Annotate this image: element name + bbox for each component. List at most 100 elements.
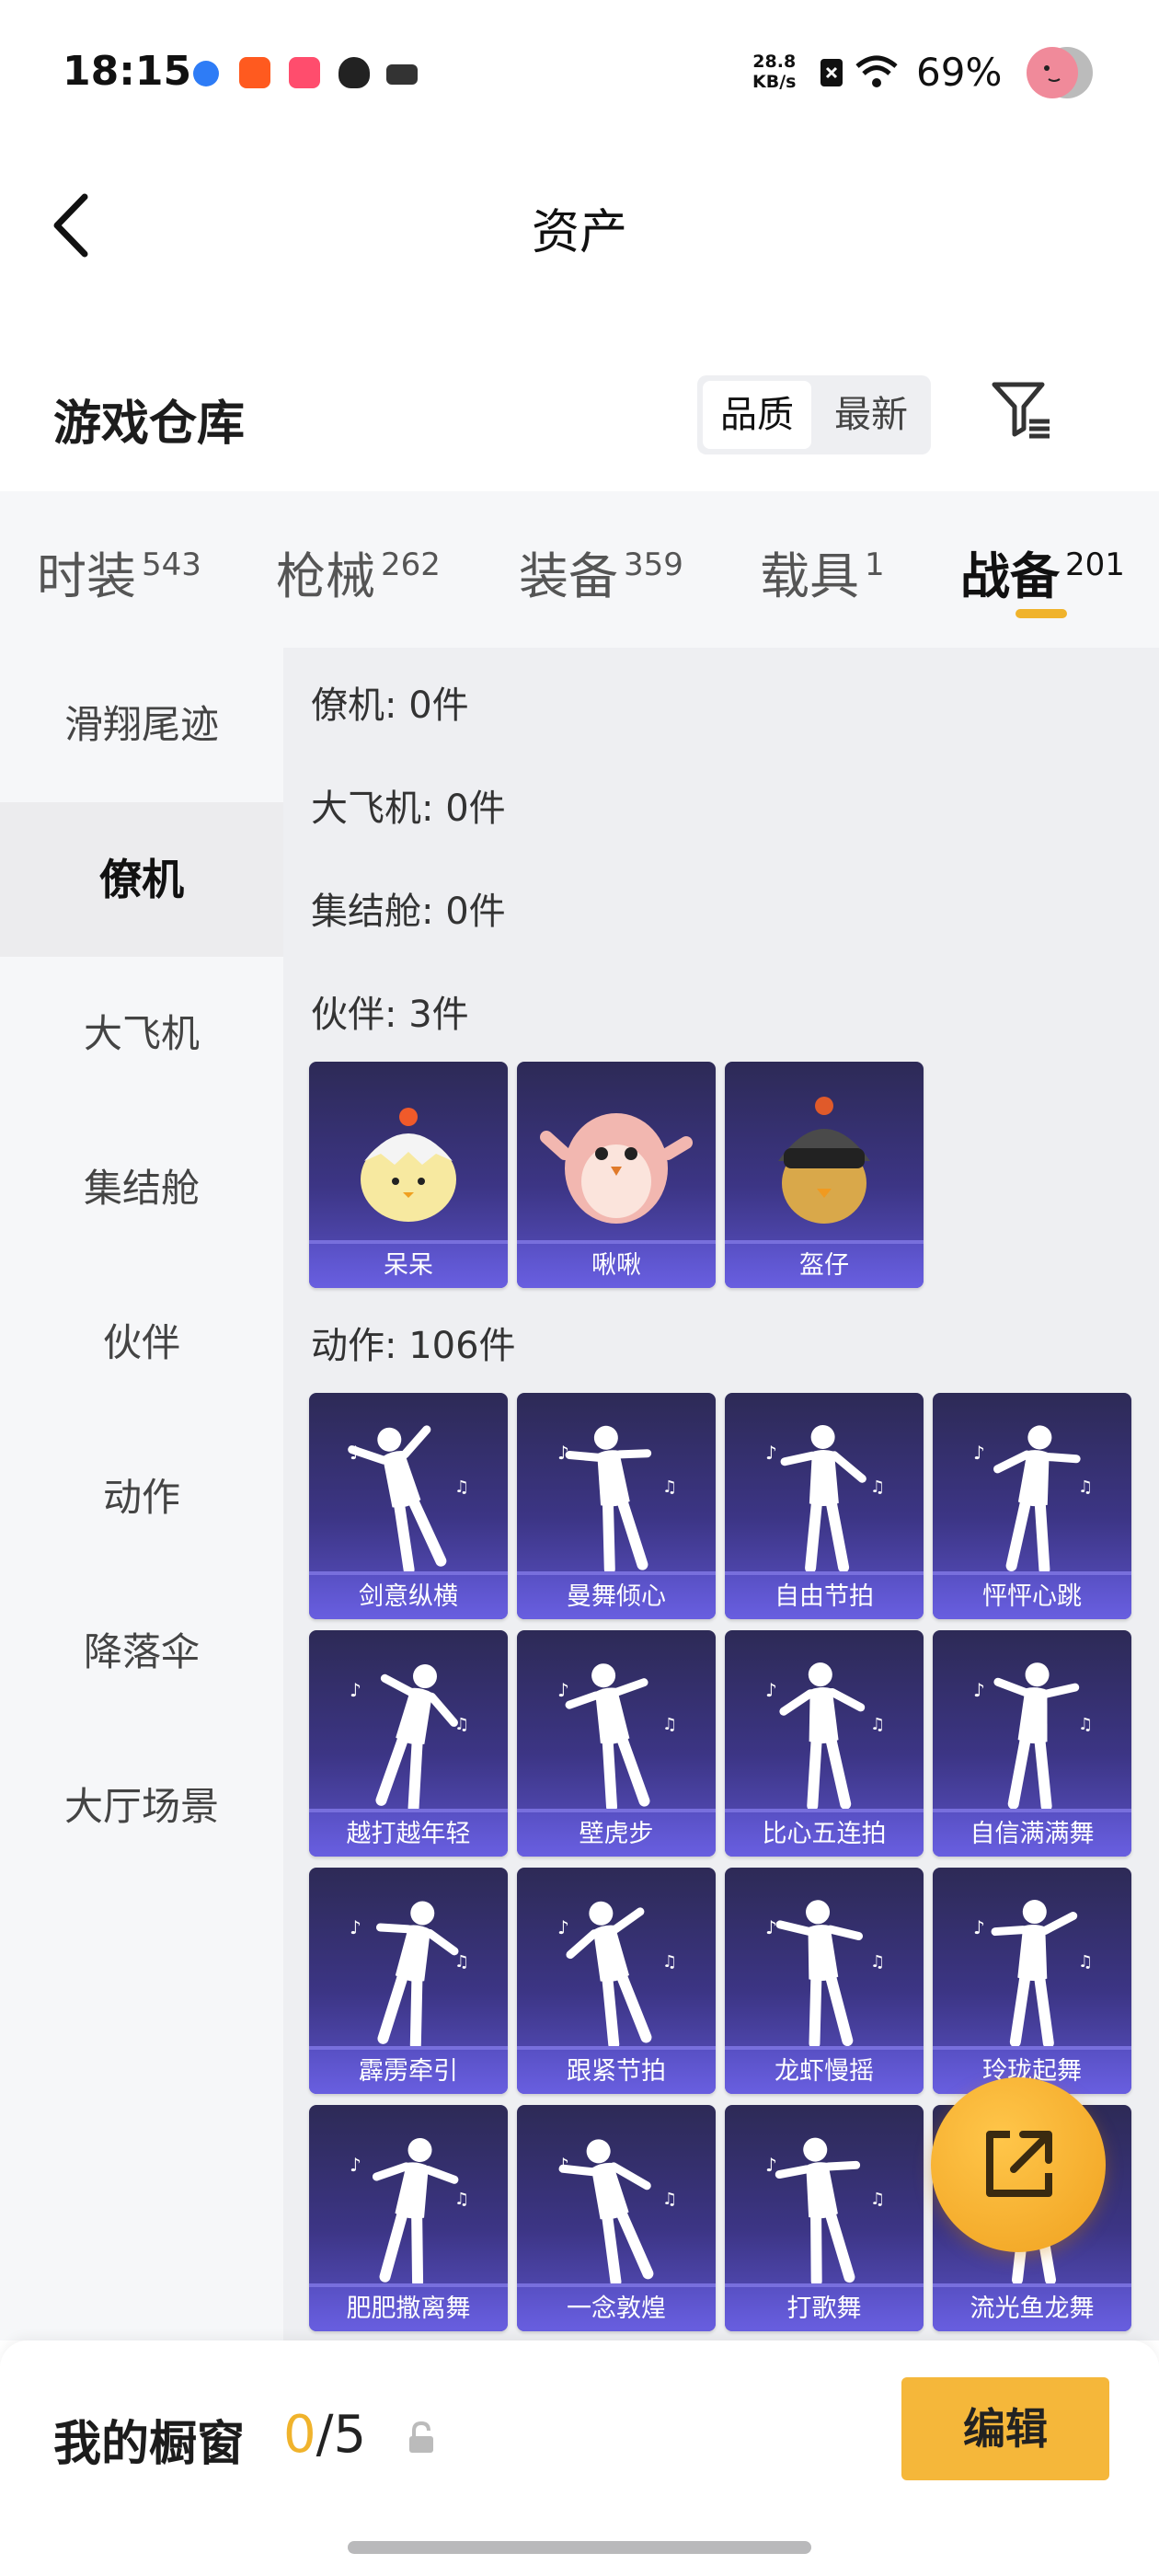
svg-text:♪: ♪ <box>557 1916 569 1938</box>
dancer-silhouette-image: ♪♫ <box>557 2139 677 2283</box>
home-indicator[interactable] <box>348 2541 811 2554</box>
battery-percent: 69% <box>916 50 1003 95</box>
sidebar-item-plane[interactable]: 大飞机 <box>0 957 283 1111</box>
emote-card[interactable]: ♪ ♫ 肥肥撒离舞 <box>309 2105 508 2331</box>
sidebar: 滑翔尾迹 僚机 大飞机 集结舱 伙伴 动作 降落伞 大厅场景 <box>0 648 283 2340</box>
share-icon <box>986 2131 1052 2197</box>
svg-text:♫: ♫ <box>454 1715 469 1734</box>
sidebar-item-parachute[interactable]: 降落伞 <box>0 1575 283 1730</box>
emote-card[interactable]: ♪ ♫ 打歌舞 <box>725 2105 924 2331</box>
section-emote: 动作: 106件 <box>311 1325 516 1367</box>
sidebar-item-lobby-scene[interactable]: 大厅场景 <box>0 1730 283 1884</box>
emote-card[interactable]: ♪ ♫ 自由节拍 <box>725 1393 924 1619</box>
emote-card[interactable]: ♪ ♫ 怦怦心跳 <box>933 1393 1131 1619</box>
emote-card[interactable]: ♪ ♫ 霹雳牵引 <box>309 1868 508 2094</box>
tab-equipment[interactable]: 装备 359 <box>519 535 683 608</box>
sidebar-item-glide-trail[interactable]: 滑翔尾迹 <box>0 648 283 802</box>
svg-text:♫: ♫ <box>870 2190 885 2209</box>
card-name: 流光鱼龙舞 <box>933 2287 1131 2331</box>
tab-fashion[interactable]: 时装 543 <box>37 535 201 608</box>
emote-card[interactable]: ♪ ♫ 剑意纵横 <box>309 1393 508 1619</box>
card-name: 越打越年轻 <box>309 1812 508 1857</box>
card-name: 怦怦心跳 <box>933 1575 1131 1619</box>
emote-card[interactable]: ♪ ♫ 自信满满舞 <box>933 1630 1131 1857</box>
share-button[interactable] <box>931 2077 1106 2252</box>
dancer-silhouette-image: ♪♫ <box>765 1900 885 2046</box>
card-name: 壁虎步 <box>517 1812 716 1857</box>
sort-toggle: 品质 最新 <box>697 375 931 454</box>
dancer-silhouette-image: ♪♫ <box>557 1425 677 1571</box>
lock-icon <box>409 2421 433 2453</box>
card-name: 自信满满舞 <box>933 1812 1131 1857</box>
wifi-icon <box>855 55 898 87</box>
emote-card[interactable]: ♪ ♫ 曼舞倾心 <box>517 1393 716 1619</box>
tab-weapons[interactable]: 枪械 262 <box>276 535 441 608</box>
svg-text:♫: ♫ <box>662 2190 677 2209</box>
tab-vehicles[interactable]: 载具 1 <box>760 535 885 608</box>
status-bar: 18:15 28.8 KB/s 69% <box>0 0 1159 138</box>
card-name: 啾啾 <box>517 1244 716 1288</box>
helmet-chick-image <box>778 1097 870 1224</box>
sidebar-item-companion[interactable]: 伙伴 <box>0 1266 283 1420</box>
svg-text:♪: ♪ <box>557 1679 569 1701</box>
emote-card[interactable]: ♪ ♫ 越打越年轻 <box>309 1630 508 1857</box>
sidebar-item-wingman[interactable]: 僚机 <box>0 802 283 957</box>
card-name: 剑意纵横 <box>309 1575 508 1619</box>
notification-icon-1 <box>193 61 219 86</box>
svg-text:♪: ♪ <box>973 1679 985 1701</box>
section-wingman: 僚机: 0件 <box>311 684 469 727</box>
svg-text:♫: ♫ <box>870 1478 885 1497</box>
dancer-silhouette-image: ♪♫ <box>973 1425 1093 1571</box>
tab-combat-gear[interactable]: 战备 201 <box>960 535 1125 608</box>
svg-text:♪: ♪ <box>765 1679 777 1701</box>
filter-button[interactable] <box>989 377 1055 443</box>
svg-text:♫: ♫ <box>870 1715 885 1734</box>
card-name: 自由节拍 <box>725 1575 924 1619</box>
svg-text:♪: ♪ <box>765 1916 777 1938</box>
warehouse-title: 游戏仓库 <box>53 397 246 452</box>
active-tab-indicator <box>1016 609 1067 618</box>
card-name: 霹雳牵引 <box>309 2050 508 2094</box>
dancer-silhouette-image: ♪♫ <box>348 1425 469 1571</box>
emote-card[interactable]: ♪ ♫ 龙虾慢摇 <box>725 1868 924 2094</box>
card-name: 比心五连拍 <box>725 1812 924 1857</box>
dancer-silhouette-image: ♪♫ <box>350 2137 469 2283</box>
page-title: 资产 <box>531 205 627 260</box>
svg-text:♪: ♪ <box>557 2154 569 2176</box>
sort-quality-button[interactable]: 品质 <box>703 381 811 449</box>
category-tabs: 时装 543 枪械 262 装备 359 载具 1 战备 201 <box>0 491 1159 648</box>
emote-card[interactable]: ♪ ♫ 比心五连拍 <box>725 1630 924 1857</box>
companion-card[interactable]: 呆呆 <box>309 1062 508 1288</box>
emote-card[interactable]: ♪ ♫ 壁虎步 <box>517 1630 716 1857</box>
svg-text:♪: ♪ <box>973 1442 985 1464</box>
svg-text:♫: ♫ <box>454 2190 469 2209</box>
companion-card[interactable]: 盔仔 <box>725 1062 924 1288</box>
dancer-silhouette-image: ♪♫ <box>765 1425 885 1571</box>
emote-card[interactable]: ♪ ♫ 跟紧节拍 <box>517 1868 716 2094</box>
status-time: 18:15 <box>63 48 192 95</box>
filter-icon <box>992 382 1050 439</box>
sort-latest-button[interactable]: 最新 <box>817 381 925 449</box>
svg-text:♫: ♫ <box>662 1478 677 1497</box>
dancer-silhouette-image: ♪♫ <box>350 1664 469 1809</box>
emote-card[interactable]: ♪ ♫ 一念敦煌 <box>517 2105 716 2331</box>
svg-text:♪: ♪ <box>350 2154 361 2176</box>
dancer-silhouette-image: ♪♫ <box>973 1662 1093 1809</box>
svg-text:♪: ♪ <box>350 1916 361 1938</box>
sidebar-item-emote[interactable]: 动作 <box>0 1420 283 1575</box>
svg-text:♫: ♫ <box>1078 1715 1093 1734</box>
card-name: 肥肥撒离舞 <box>309 2287 508 2331</box>
chick-egg-image <box>361 1108 456 1222</box>
svg-text:♪: ♪ <box>350 1442 361 1464</box>
showcase-bar: 我的橱窗 0/5 编辑 <box>0 2340 1159 2576</box>
app-icon <box>386 64 418 85</box>
companion-card[interactable]: 啾啾 <box>517 1062 716 1288</box>
svg-text:♪: ♪ <box>765 1442 777 1464</box>
sim-icon <box>820 59 843 86</box>
showcase-label: 我的橱窗 <box>53 2417 246 2472</box>
card-name: 打歌舞 <box>725 2287 924 2331</box>
edit-button[interactable]: 编辑 <box>901 2377 1109 2480</box>
svg-text:♫: ♫ <box>454 1952 469 1972</box>
sidebar-item-capsule[interactable]: 集结舱 <box>0 1111 283 1266</box>
emote-card[interactable]: ♪ ♫ 玲珑起舞 <box>933 1868 1131 2094</box>
